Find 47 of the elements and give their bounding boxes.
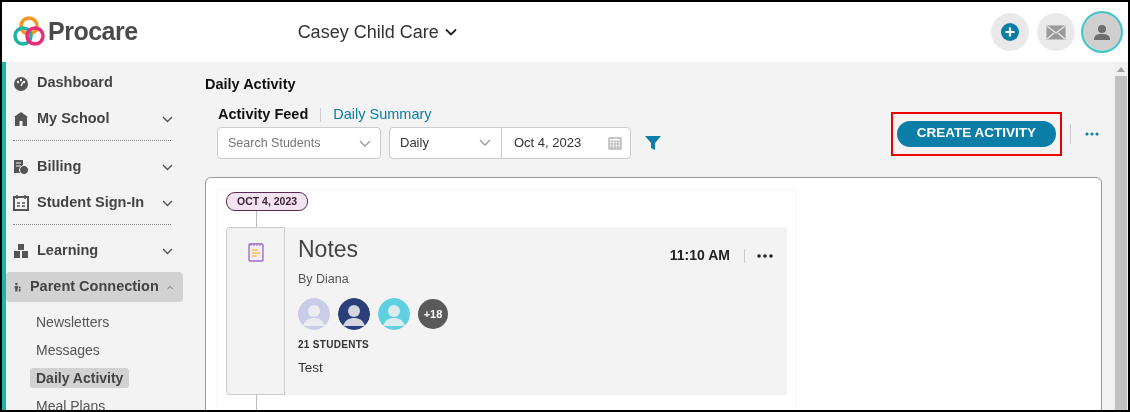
school-icon [13, 111, 29, 127]
logo-icon [12, 15, 46, 49]
sidebar-subitem[interactable]: Newsletters [30, 312, 116, 332]
chevron-down-icon [162, 163, 173, 171]
brand-name: Procare [48, 16, 138, 48]
sidebar-item[interactable]: Learning [6, 236, 183, 266]
profile-button[interactable] [1083, 13, 1121, 51]
sidebar-item[interactable]: Parent Connection [6, 272, 183, 302]
student-count: 21 STUDENTS [298, 338, 371, 352]
more-students-count: +18 [418, 299, 448, 329]
search-field[interactable]: Search Students [217, 126, 381, 159]
gauge-icon [13, 75, 29, 91]
sidebar-item[interactable]: My School [6, 104, 183, 134]
chevron-down-icon [162, 199, 173, 207]
filter-icon[interactable] [645, 134, 661, 151]
chevron-down-icon [162, 115, 173, 123]
activity-author: By Diana [298, 271, 350, 289]
create-activity-button[interactable]: CREATE ACTIVITY [896, 120, 1056, 147]
mail-icon [1046, 24, 1066, 40]
date-badge: OCT 4, 2023 [226, 191, 309, 212]
plus-icon [1001, 23, 1019, 41]
chevron-down-icon [162, 247, 173, 255]
page-title: Daily Activity [205, 75, 297, 94]
scroll-thumb[interactable] [1115, 76, 1127, 410]
more-icon[interactable] [757, 253, 773, 258]
sidebar-subitem[interactable]: Messages [30, 340, 106, 360]
chevron-down-icon [444, 28, 457, 36]
sidebar-item[interactable]: Student Sign-In [6, 188, 183, 218]
sidebar-subitem[interactable]: Daily Activity [30, 368, 130, 388]
mail-button[interactable] [1037, 13, 1075, 51]
activity-title: Notes [298, 237, 359, 263]
notepad-icon [247, 242, 264, 263]
calendar-icon [13, 195, 29, 211]
activity-time: 11:10 AM [669, 246, 730, 266]
user-icon [1094, 24, 1110, 40]
scroll-up-icon[interactable] [1117, 67, 1125, 72]
tab[interactable]: Daily Summary [321, 103, 444, 126]
sidebar-item[interactable]: Dashboard [6, 68, 183, 98]
add-button[interactable] [991, 13, 1029, 51]
chevron-up-icon [166, 283, 173, 291]
sidebar-item[interactable]: Billing [6, 152, 183, 182]
chevron-down-icon [359, 139, 371, 147]
tab[interactable]: Activity Feed [206, 103, 321, 126]
blocks-icon [13, 243, 29, 259]
bill-icon [13, 159, 29, 175]
school-selector[interactable]: Casey Child Care [297, 18, 457, 46]
activity-text: Test [298, 359, 324, 377]
